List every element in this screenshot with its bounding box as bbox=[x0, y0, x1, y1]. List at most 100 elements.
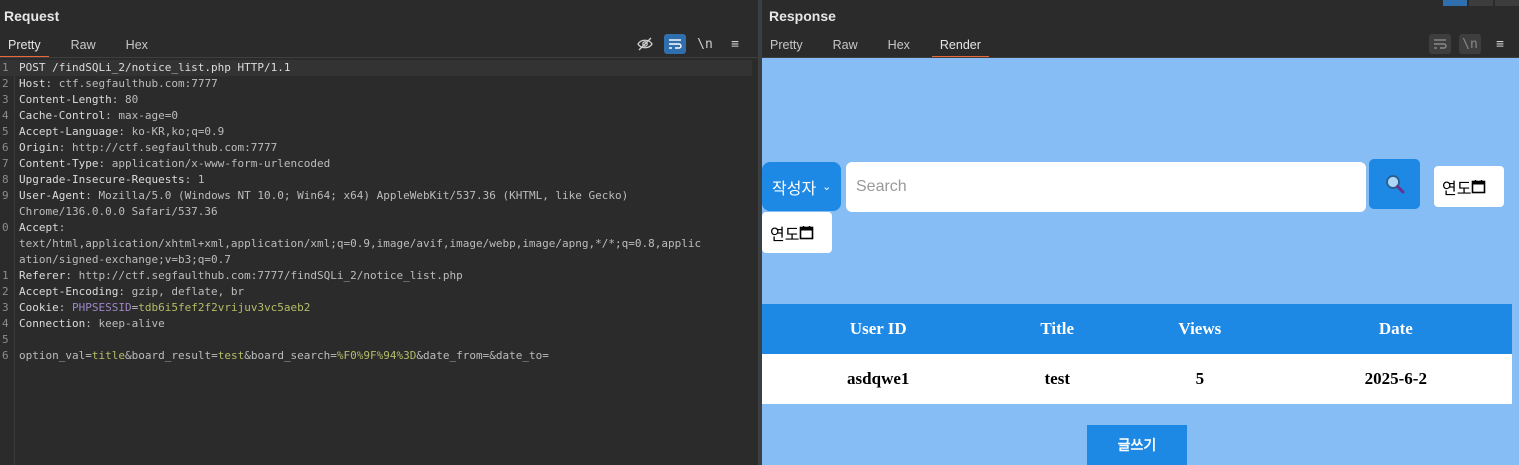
code-token: Origin bbox=[19, 141, 59, 154]
line-number: 5 bbox=[2, 333, 9, 346]
calendar-icon bbox=[800, 226, 814, 240]
menu-icon[interactable]: ≡ bbox=[1489, 34, 1511, 54]
editor-line[interactable]: 6 option_val=title&board_result=test&boar… bbox=[0, 348, 752, 364]
line-code: Host: ctf.segfaulthub.com:7777 bbox=[19, 76, 218, 92]
editor-line[interactable]: 3 Cookie: PHPSESSID=tdb6i5fef2f2vrijuv3vc… bbox=[0, 300, 752, 316]
write-post-button[interactable]: 글쓰기 bbox=[1087, 425, 1187, 465]
line-number: 2 bbox=[2, 77, 9, 90]
tab-pretty[interactable]: Pretty bbox=[762, 36, 811, 58]
chevron-down-icon: ⌄ bbox=[822, 180, 832, 193]
calendar-icon bbox=[1472, 180, 1486, 194]
response-title: Response bbox=[769, 8, 836, 24]
table-header-row: User ID Title Views Date bbox=[762, 304, 1512, 354]
editor-line[interactable]: ation/signed-exchange;v=b3;q=0.7 bbox=[0, 252, 752, 268]
line-code: Accept-Language: ko-KR,ko;q=0.9 bbox=[19, 124, 224, 140]
code-token: Host bbox=[19, 77, 46, 90]
editor-line[interactable]: 4 Cache-Control: max-age=0 bbox=[0, 108, 752, 124]
editor-line[interactable]: 5 Accept-Language: ko-KR,ko;q=0.9 bbox=[0, 124, 752, 140]
editor-line[interactable]: 2 Host: ctf.segfaulthub.com:7777 bbox=[0, 76, 752, 92]
search-type-label: 작성자 bbox=[772, 178, 817, 198]
layout-button-1[interactable] bbox=[1443, 0, 1467, 6]
layout-button-2[interactable] bbox=[1469, 0, 1493, 6]
line-number: 3 bbox=[2, 301, 9, 314]
word-wrap-icon[interactable] bbox=[664, 34, 686, 54]
editor-line[interactable]: 8 Upgrade-Insecure-Requests: 1 bbox=[0, 172, 752, 188]
request-toolbar: \n ≡ bbox=[634, 34, 746, 54]
cell-views: 5 bbox=[1120, 354, 1280, 404]
line-number: 8 bbox=[2, 173, 9, 186]
date-from-input[interactable]: 연도 bbox=[1434, 166, 1504, 207]
code-token: : ko-KR,ko;q=0.9 bbox=[118, 125, 225, 138]
code-token: test bbox=[217, 349, 245, 362]
line-code: User-Agent: Mozilla/5.0 (Windows NT 10.0… bbox=[19, 188, 628, 204]
word-wrap-icon[interactable] bbox=[1429, 34, 1451, 54]
code-token: : http://ctf.segfaulthub.com:7777 bbox=[58, 141, 278, 154]
table-row[interactable]: asdqwe1 test 5 2025-6-2 bbox=[762, 354, 1512, 404]
code-token: : application/x-www-form-urlencoded bbox=[98, 157, 331, 170]
date-from-label: 연도 bbox=[1442, 178, 1472, 198]
editor-line[interactable]: 4 Connection: keep-alive bbox=[0, 316, 752, 332]
code-token: Accept-Language bbox=[19, 125, 119, 138]
editor-line[interactable]: 7 Content-Type: application/x-www-form-ur… bbox=[0, 156, 752, 172]
editor-line[interactable]: 6 Origin: http://ctf.segfaulthub.com:7777 bbox=[0, 140, 752, 156]
code-token: Content-Length bbox=[19, 93, 112, 106]
code-token: Chrome/136.0.0.0 Safari/537.36 bbox=[19, 205, 218, 218]
editor-line[interactable]: 3 Content-Length: 80 bbox=[0, 92, 752, 108]
search-input[interactable]: Search bbox=[846, 162, 1366, 212]
line-code: ation/signed-exchange;v=b3;q=0.7 bbox=[19, 252, 231, 268]
editor-line[interactable]: 9 User-Agent: Mozilla/5.0 (Windows NT 10.… bbox=[0, 188, 752, 204]
line-number: 1 bbox=[2, 269, 9, 282]
burp-editor: Request Pretty Raw Hex \n ≡ 1 POST /findS… bbox=[0, 0, 1519, 465]
editor-line[interactable]: 1 POST /findSQLi_2/notice_list.php HTTP/1… bbox=[0, 60, 752, 76]
tab-raw[interactable]: Raw bbox=[825, 36, 866, 58]
line-number: 5 bbox=[2, 125, 9, 138]
date-to-label: 연도 bbox=[770, 224, 800, 244]
code-token: : max-age=0 bbox=[105, 109, 178, 122]
line-code: Accept: bbox=[19, 220, 65, 236]
editor-line[interactable]: 0 Accept: bbox=[0, 220, 752, 236]
code-token: Accept bbox=[19, 221, 59, 234]
code-token: : bbox=[58, 221, 66, 234]
layout-button-3[interactable] bbox=[1495, 0, 1519, 6]
code-token: : 1 bbox=[184, 173, 205, 186]
code-token: Referer bbox=[19, 269, 66, 282]
editor-line[interactable]: 5 bbox=[0, 332, 752, 348]
code-token: POST /findSQLi_2/notice_list.php HTTP/1.… bbox=[19, 61, 291, 74]
search-type-select[interactable]: 작성자 ⌄ bbox=[762, 162, 841, 211]
code-token: &board_search= bbox=[244, 349, 337, 362]
code-token: option_val= bbox=[19, 349, 92, 362]
line-number: 9 bbox=[2, 189, 9, 202]
menu-icon[interactable]: ≡ bbox=[724, 34, 746, 54]
search-button[interactable] bbox=[1369, 159, 1420, 209]
code-token: Cookie bbox=[19, 301, 59, 314]
line-number: 4 bbox=[2, 317, 9, 330]
cell-date: 2025-6-2 bbox=[1279, 354, 1512, 404]
response-panel: Response Pretty Raw Hex Render \n ≡ 작성자 … bbox=[762, 0, 1519, 465]
code-token: ation/signed-exchange;v=b3;q=0.7 bbox=[19, 253, 231, 266]
line-code: Accept-Encoding: gzip, deflate, br bbox=[19, 284, 244, 300]
code-token: : ctf.segfaulthub.com:7777 bbox=[45, 77, 218, 90]
tab-render[interactable]: Render bbox=[931, 36, 989, 58]
hide-eye-icon[interactable] bbox=[634, 34, 656, 54]
tab-hex[interactable]: Hex bbox=[880, 36, 918, 58]
line-code: Content-Length: 80 bbox=[19, 92, 138, 108]
newline-toggle[interactable]: \n bbox=[694, 34, 716, 54]
tab-hex[interactable]: Hex bbox=[118, 36, 156, 58]
editor-line[interactable]: Chrome/136.0.0.0 Safari/537.36 bbox=[0, 204, 752, 220]
search-placeholder: Search bbox=[856, 178, 907, 195]
response-tabs: Pretty Raw Hex Render bbox=[762, 36, 989, 58]
editor-line[interactable]: 2 Accept-Encoding: gzip, deflate, br bbox=[0, 284, 752, 300]
newline-toggle[interactable]: \n bbox=[1459, 34, 1481, 54]
date-to-input[interactable]: 연도 bbox=[762, 212, 832, 253]
code-token: &date_from=&date_to= bbox=[416, 349, 549, 362]
tab-pretty[interactable]: Pretty bbox=[0, 36, 49, 58]
tab-raw[interactable]: Raw bbox=[63, 36, 104, 58]
editor-line[interactable]: text/html,application/xhtml+xml,applicat… bbox=[0, 236, 752, 252]
cell-title[interactable]: test bbox=[994, 354, 1121, 404]
code-token: Cache-Control bbox=[19, 109, 106, 122]
request-editor[interactable]: 1 POST /findSQLi_2/notice_list.php HTTP/1… bbox=[0, 60, 752, 465]
editor-line[interactable]: 1 Referer: http://ctf.segfaulthub.com:777… bbox=[0, 268, 752, 284]
layout-buttons bbox=[1443, 0, 1519, 6]
code-token: %F0%9F%94%3D bbox=[336, 349, 417, 362]
line-code: option_val=title&board_result=test&board… bbox=[19, 348, 549, 364]
